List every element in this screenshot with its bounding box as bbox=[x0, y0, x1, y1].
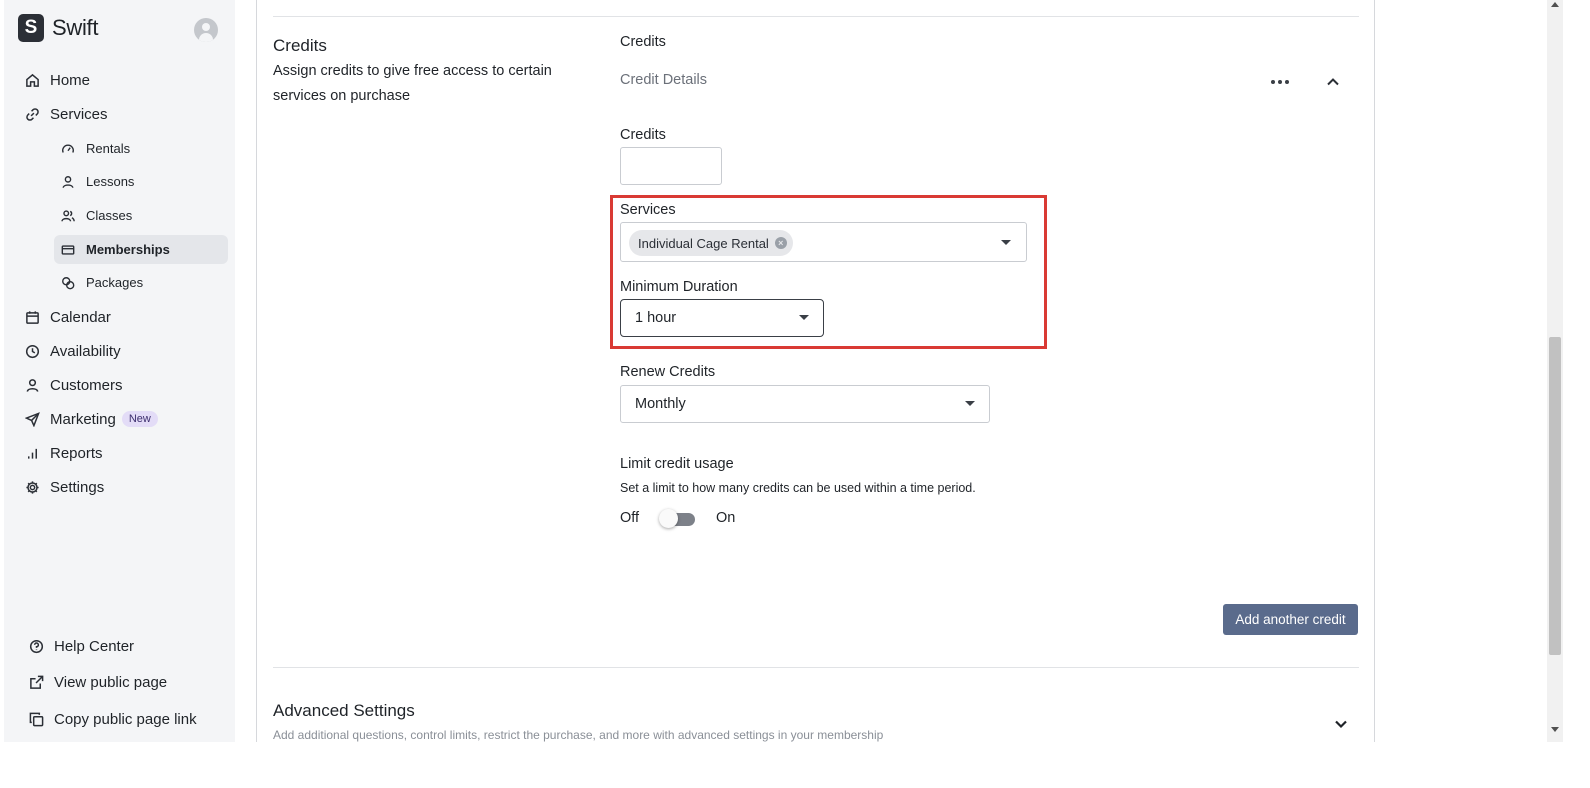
divider-bottom bbox=[273, 667, 1359, 668]
nav-classes-label: Classes bbox=[86, 208, 133, 223]
clock-icon bbox=[24, 343, 40, 359]
link-icon bbox=[24, 106, 40, 122]
help-center-label: Help Center bbox=[54, 637, 135, 655]
nav-services-label: Services bbox=[50, 105, 108, 123]
nav-calendar[interactable]: Calendar bbox=[24, 304, 111, 330]
nav-classes[interactable]: Classes bbox=[54, 201, 228, 230]
card-right-border bbox=[1374, 0, 1375, 742]
services-label: Services bbox=[620, 202, 676, 218]
renew-credits-label: Renew Credits bbox=[620, 364, 716, 380]
nav-marketing-label: Marketing bbox=[50, 410, 116, 428]
limit-usage-label: Limit credit usage bbox=[620, 456, 734, 472]
copy-public-link[interactable]: Copy public page link bbox=[28, 707, 197, 731]
copy-public-link-label: Copy public page link bbox=[54, 710, 197, 728]
view-public-page-label: View public page bbox=[54, 673, 168, 691]
nav-availability[interactable]: Availability bbox=[24, 338, 121, 364]
nav-memberships-label: Memberships bbox=[86, 242, 170, 257]
person-icon bbox=[24, 377, 40, 393]
service-chip: Individual Cage Rental × bbox=[629, 230, 793, 256]
nav-calendar-label: Calendar bbox=[50, 308, 111, 326]
nav-lessons[interactable]: Lessons bbox=[54, 167, 228, 196]
scroll-down-icon[interactable] bbox=[1551, 727, 1559, 732]
limit-usage-description: Set a limit to how many credits can be u… bbox=[620, 481, 976, 495]
user-avatar-icon[interactable] bbox=[194, 18, 218, 42]
nav-reports-label: Reports bbox=[50, 444, 103, 462]
nav-settings[interactable]: Settings bbox=[24, 474, 104, 500]
nav-lessons-label: Lessons bbox=[86, 174, 135, 189]
coins-icon bbox=[60, 275, 76, 291]
gauge-icon bbox=[60, 141, 76, 157]
nav-marketing[interactable]: Marketing New bbox=[24, 406, 158, 432]
copy-icon bbox=[28, 711, 44, 727]
credit-details-label: Credit Details bbox=[620, 72, 708, 88]
gear-icon bbox=[24, 479, 40, 495]
scrollbar-thumb[interactable] bbox=[1549, 337, 1561, 655]
user-icon bbox=[60, 174, 76, 190]
add-another-credit-button[interactable]: Add another credit bbox=[1223, 604, 1358, 635]
toggle-off-label: Off bbox=[620, 510, 640, 526]
renew-credits-value: Monthly bbox=[635, 396, 686, 412]
swift-logo-icon: S bbox=[18, 14, 44, 42]
collapse-button[interactable] bbox=[1322, 72, 1344, 92]
credits-group-label: Credits bbox=[620, 34, 666, 50]
card-left-border bbox=[256, 0, 257, 742]
chevron-down-icon bbox=[799, 315, 809, 320]
help-center-link[interactable]: Help Center bbox=[28, 634, 134, 658]
nav-settings-label: Settings bbox=[50, 478, 105, 496]
more-options-button[interactable] bbox=[1266, 72, 1294, 92]
chevron-down-icon bbox=[965, 401, 975, 406]
nav-customers-label: Customers bbox=[50, 376, 123, 394]
vertical-scrollbar[interactable] bbox=[1547, 0, 1563, 742]
nav-packages[interactable]: Packages bbox=[54, 268, 228, 297]
scroll-up-icon[interactable] bbox=[1551, 2, 1559, 7]
divider-top bbox=[273, 16, 1359, 17]
nav-rentals-label: Rentals bbox=[86, 141, 131, 156]
service-chip-label: Individual Cage Rental bbox=[638, 235, 769, 251]
chevron-down-icon[interactable] bbox=[1001, 240, 1011, 245]
advanced-settings-description: Add additional questions, control limits… bbox=[273, 728, 884, 742]
home-icon bbox=[24, 72, 40, 88]
new-badge: New bbox=[121, 411, 158, 427]
bottom-blank-area bbox=[0, 742, 1590, 788]
chevron-down-icon bbox=[1335, 720, 1347, 729]
nav-memberships[interactable]: Memberships bbox=[54, 235, 228, 264]
nav-packages-label: Packages bbox=[86, 275, 144, 290]
credit-card-icon bbox=[60, 242, 76, 258]
users-icon bbox=[60, 208, 76, 224]
send-icon bbox=[24, 411, 40, 427]
help-circle-icon bbox=[28, 638, 44, 654]
credits-section-title: Credits bbox=[273, 36, 327, 55]
more-dots-icon bbox=[1271, 80, 1275, 84]
nav-home[interactable]: Home bbox=[24, 67, 90, 93]
brand-name: Swift bbox=[52, 15, 99, 40]
chevron-up-icon bbox=[1327, 78, 1339, 86]
min-duration-label: Minimum Duration bbox=[620, 279, 738, 295]
credits-field-label: Credits bbox=[620, 127, 666, 143]
nav-availability-label: Availability bbox=[50, 342, 121, 360]
advanced-expand-button[interactable] bbox=[1331, 714, 1351, 734]
renew-credits-select[interactable]: Monthly bbox=[620, 385, 990, 423]
bar-chart-icon bbox=[24, 445, 40, 461]
advanced-settings-title: Advanced Settings bbox=[273, 701, 415, 720]
external-link-icon bbox=[28, 674, 44, 690]
nav-reports[interactable]: Reports bbox=[24, 440, 103, 466]
nav-home-label: Home bbox=[50, 71, 91, 89]
toggle-on-label: On bbox=[716, 510, 736, 526]
calendar-icon bbox=[24, 309, 40, 325]
remove-chip-icon[interactable]: × bbox=[774, 237, 787, 249]
credits-section-description: Assign credits to give free access to ce… bbox=[273, 63, 552, 104]
brand[interactable]: S Swift bbox=[18, 14, 98, 42]
toggle-knob bbox=[659, 509, 678, 528]
min-duration-value: 1 hour bbox=[635, 310, 677, 326]
sidebar: S Swift Home Services Rentals Lessons Cl… bbox=[4, 0, 235, 742]
min-duration-select[interactable]: 1 hour bbox=[620, 299, 824, 337]
nav-services[interactable]: Services bbox=[24, 101, 108, 127]
limit-usage-toggle[interactable] bbox=[659, 509, 695, 528]
services-select[interactable]: Individual Cage Rental × bbox=[620, 222, 1027, 262]
nav-rentals[interactable]: Rentals bbox=[54, 134, 228, 163]
view-public-page-link[interactable]: View public page bbox=[28, 670, 167, 694]
credits-input[interactable] bbox=[620, 147, 722, 185]
nav-customers[interactable]: Customers bbox=[24, 372, 123, 398]
